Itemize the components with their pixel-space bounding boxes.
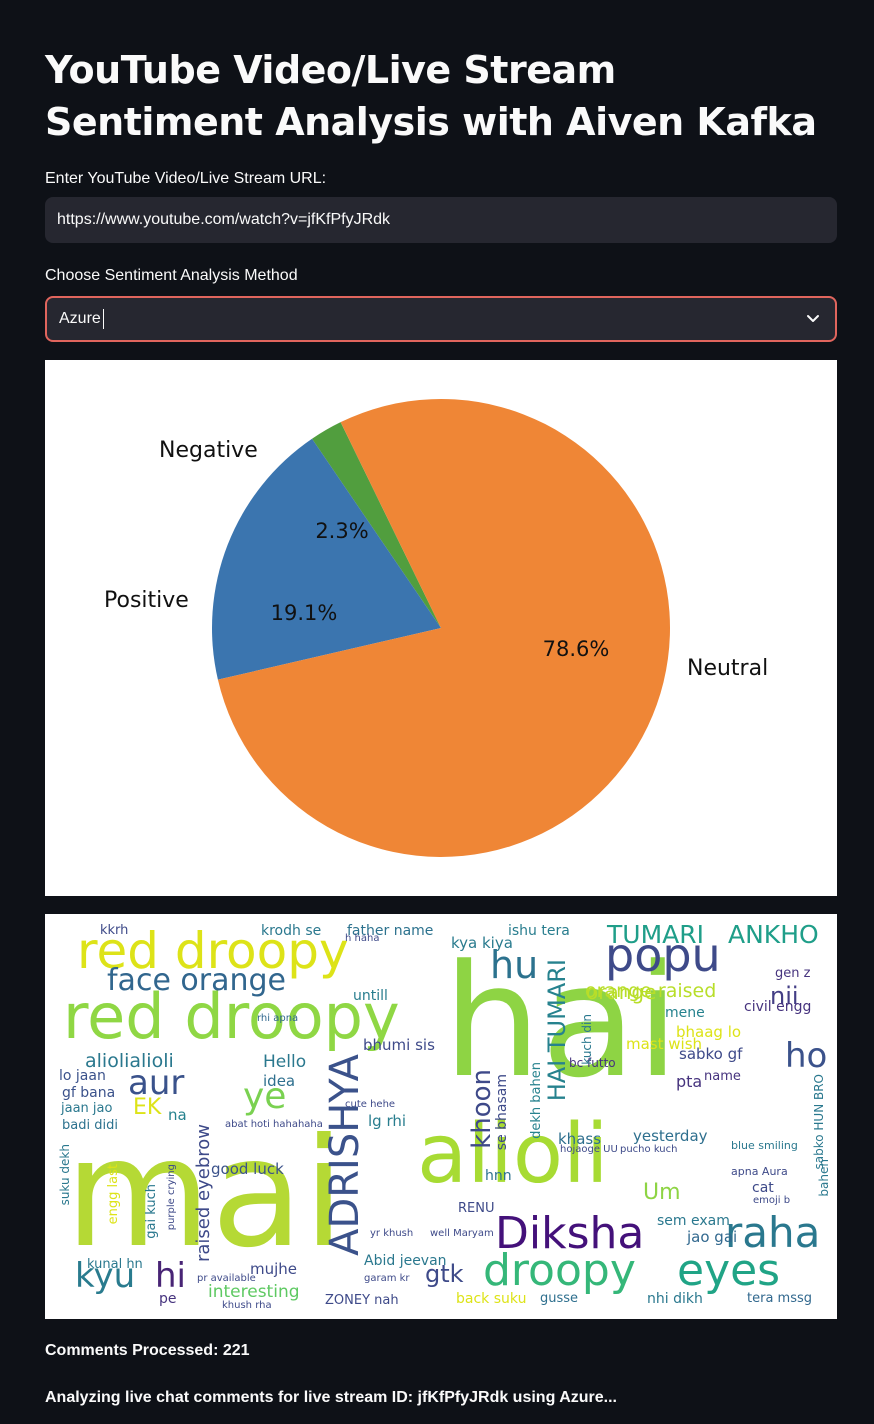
word-cloud-word: h haha — [345, 933, 380, 944]
word-cloud-word: mujhe — [250, 1260, 298, 1278]
pie-category-label: Negative — [159, 438, 258, 463]
word-cloud-word: bhumi sis — [363, 1036, 435, 1054]
word-cloud-word: sem exam — [657, 1213, 730, 1229]
word-cloud-word: gen z — [775, 966, 811, 981]
word-cloud-word: Abid jeevan — [364, 1253, 447, 1269]
word-cloud-word: blue smiling — [731, 1139, 798, 1152]
pie-category-label: Neutral — [687, 656, 769, 681]
word-cloud-word: kuch din — [580, 1014, 594, 1065]
word-cloud-word: kunal hn — [87, 1257, 143, 1272]
word-cloud-word: jao gai — [687, 1228, 738, 1246]
word-cloud-word: purple crying — [166, 1164, 177, 1231]
analyzing-status: Analyzing live chat comments for live st… — [45, 1389, 617, 1406]
word-cloud-word: hnn — [485, 1168, 512, 1184]
pie-percent-label: 2.3% — [315, 519, 369, 543]
word-cloud-word: gf bana — [62, 1085, 116, 1101]
chevron-down-icon[interactable] — [805, 310, 821, 326]
word-cloud-word: badi didi — [62, 1118, 118, 1133]
method-select-value: Azure — [59, 310, 101, 327]
word-cloud-word: dekh bahen — [529, 1062, 544, 1139]
pie-category-label: Positive — [104, 588, 189, 613]
word-cloud-word: cute hehe — [345, 1099, 396, 1110]
word-cloud-word: yesterday — [633, 1127, 708, 1145]
word-cloud-word: lg rhi — [368, 1112, 407, 1130]
word-cloud-word: mene — [665, 1005, 705, 1021]
word-cloud-word: hi — [155, 1256, 186, 1296]
text-caret — [102, 309, 104, 329]
method-select[interactable]: Azure — [45, 296, 837, 342]
word-cloud: mai hai alioli red droopy red droopy pop… — [45, 914, 837, 1319]
word-cloud-word: gusse — [540, 1291, 579, 1306]
word-cloud-word: khoon — [467, 1069, 497, 1149]
word-cloud-word: krodh se — [261, 923, 322, 939]
page-title: YouTube Video/Live Stream Sentiment Anal… — [45, 48, 817, 144]
word-cloud-word: interesting — [208, 1282, 300, 1302]
word-cloud-word: alioli — [417, 1107, 609, 1202]
word-cloud-word: pta — [676, 1072, 703, 1091]
word-cloud-word: EK — [133, 1095, 162, 1120]
word-cloud-word: untill — [353, 988, 388, 1004]
word-cloud-word: cat — [752, 1180, 774, 1196]
word-cloud-word: good luck — [211, 1160, 284, 1178]
word-cloud-word: idea — [263, 1072, 296, 1090]
pie-percent-label: 78.6% — [542, 637, 610, 661]
word-cloud-word: sabko HUN BRO — [812, 1074, 826, 1170]
word-cloud-word: orange — [586, 980, 657, 1004]
word-cloud-word: RENU — [458, 1201, 495, 1216]
word-cloud-word: well Maryam — [430, 1228, 494, 1239]
word-cloud-word: nhi dikh — [647, 1291, 703, 1307]
word-cloud-word: TUMARI — [607, 920, 704, 949]
word-cloud-word: hojaoge UU — [560, 1144, 618, 1155]
comments-processed: Comments Processed: 221 — [45, 1342, 250, 1359]
word-cloud-word: pe — [159, 1291, 177, 1307]
word-cloud-word: Um — [643, 1180, 681, 1205]
method-label: Choose Sentiment Analysis Method — [45, 267, 298, 284]
url-label: Enter YouTube Video/Live Stream URL: — [45, 170, 327, 187]
word-cloud-word: droopy — [483, 1245, 636, 1296]
word-cloud-word: yr khush — [370, 1228, 414, 1239]
word-cloud-word: khush rha — [222, 1300, 272, 1311]
word-cloud-word: Hello — [263, 1052, 307, 1072]
word-cloud-word: jaan jao — [61, 1101, 113, 1116]
word-cloud-word: face orange — [107, 963, 287, 998]
url-input[interactable] — [45, 197, 837, 243]
word-cloud-word: bhaag lo — [676, 1023, 742, 1041]
word-cloud-word: ZONEY nah — [325, 1293, 399, 1308]
word-cloud-word: rhi apna — [257, 1013, 299, 1024]
word-cloud-word: sabko gf — [679, 1045, 743, 1063]
word-cloud-word: civil engg — [744, 999, 812, 1015]
word-cloud-word: pucho kuch — [620, 1144, 678, 1155]
word-cloud-word: abat hoti hahahaha — [225, 1119, 323, 1130]
word-cloud-word: se bhasam — [494, 1074, 510, 1151]
word-cloud-word: pr available — [197, 1273, 256, 1284]
word-cloud-word: kkrh — [100, 923, 129, 938]
word-cloud-word: tera mssg — [747, 1291, 812, 1306]
word-cloud-word: na — [168, 1106, 187, 1124]
word-cloud-word: emoji b — [753, 1195, 791, 1206]
word-cloud-word: lo jaan — [59, 1068, 106, 1084]
word-cloud-word: name — [704, 1069, 741, 1084]
word-cloud-word: ADRISHYA — [322, 1054, 368, 1256]
word-cloud-word: kya kiya — [451, 934, 513, 952]
word-cloud-word: ANKHO — [728, 920, 819, 949]
word-cloud-word: gai kuch — [144, 1184, 159, 1239]
word-cloud-word: engg last — [106, 1164, 121, 1225]
sentiment-pie-chart: Neutral Positive Negative 78.6% 19.1% 2.… — [45, 360, 837, 896]
word-cloud-word: ho — [785, 1036, 828, 1076]
word-cloud-word: raised eyebrow — [193, 1124, 214, 1262]
word-cloud-word: bahen — [817, 1159, 831, 1197]
word-cloud-word: apna Aura — [731, 1165, 788, 1178]
word-cloud-word: suku dekh — [58, 1144, 72, 1206]
word-cloud-word: HAI TUMARI — [543, 959, 571, 1102]
word-cloud-word: back suku — [456, 1291, 527, 1307]
pie-percent-label: 19.1% — [270, 601, 338, 625]
word-cloud-word: ishu tera — [508, 923, 570, 939]
word-cloud-word: raha — [725, 1208, 821, 1257]
word-cloud-word: garam kr — [364, 1273, 410, 1284]
